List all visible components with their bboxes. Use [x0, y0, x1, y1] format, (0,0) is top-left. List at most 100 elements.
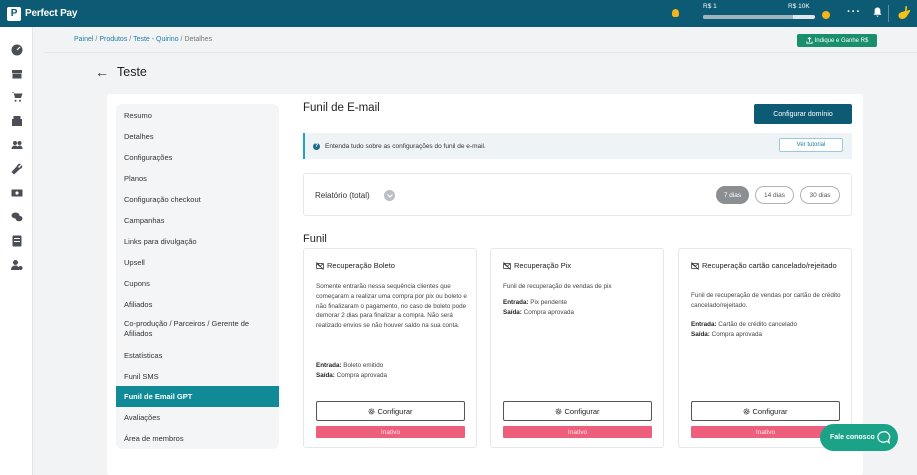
tools-icon[interactable] — [10, 162, 23, 175]
menu-item-detalhes[interactable]: Detalhes — [116, 130, 279, 142]
exit-value: Compra aprovada — [711, 331, 763, 338]
entry-value: Boleto emitido — [343, 362, 384, 369]
funnel-exit: Saída: Compra aprovada — [691, 330, 843, 340]
funnel-exit: Saída: Compra aprovada — [503, 308, 655, 318]
status-badge: Inativo — [316, 426, 465, 438]
chat-bubble-icon — [877, 431, 891, 444]
finance-icon[interactable] — [10, 186, 23, 199]
entry-label: Entrada: — [503, 299, 529, 306]
user-settings-icon[interactable] — [10, 258, 23, 271]
funnel-entry: Entrada: Pix pendente — [503, 298, 655, 308]
back-arrow-icon[interactable]: ← — [95, 65, 109, 79]
mail-off-icon — [691, 262, 699, 270]
funnel-title-text: Recuperação Pix — [514, 261, 572, 270]
breadcrumb: Painel / Produtos / Teste - Quirino / De… — [74, 36, 212, 43]
exit-value: Compra aprovada — [523, 309, 575, 316]
avatar[interactable] — [894, 2, 916, 24]
gauge-min-label: R$ 1 — [703, 3, 717, 10]
menu-item-planos[interactable]: Planos — [116, 172, 279, 184]
question-icon: ? — [313, 142, 320, 150]
menu-item-resumo[interactable]: Resumo — [116, 109, 279, 121]
exit-value: Compra aprovada — [336, 372, 388, 379]
funnel-exit: Saída: Compra aprovada — [316, 371, 468, 381]
status-badge: Inativo — [503, 426, 652, 438]
status-badge: Inativo — [691, 426, 840, 438]
mail-off-icon — [503, 262, 511, 270]
menu-item-links[interactable]: Links para divulgação — [116, 235, 279, 247]
top-bar: P Perfect Pay R$ 1 R$ 10K ··· — [0, 0, 917, 27]
gauge-track — [703, 15, 815, 19]
breadcrumb-painel[interactable]: Painel — [74, 36, 93, 43]
funnel-title: Recuperação cartão cancelado/rejeitado — [691, 261, 841, 271]
menu-item-coproducao[interactable]: Co-produção / Parceiros / Gerente de Afi… — [116, 318, 266, 340]
indique-button[interactable]: Indique e Ganhe R$ — [797, 34, 877, 47]
funnel-card-cartao: Recuperação cartão cancelado/rejeitado F… — [678, 248, 852, 448]
breadcrumb-produtos[interactable]: Produtos — [99, 36, 127, 43]
menu-item-area-membros[interactable]: Área de membros — [116, 432, 279, 444]
configure-button[interactable]: Configurar — [316, 401, 465, 421]
chat-button[interactable]: Fale conosco — [820, 424, 898, 451]
bell-icon[interactable] — [873, 7, 882, 18]
entry-label: Entrada: — [691, 321, 717, 328]
configure-button[interactable]: Configurar — [691, 401, 840, 421]
period-pill-30[interactable]: 30 dias — [800, 186, 840, 204]
info-text: Entenda tudo sobre as configurações do f… — [325, 142, 486, 150]
configure-label: Configurar — [752, 406, 788, 416]
cart-icon[interactable] — [10, 90, 23, 103]
funnel-description: Funil de recuperação de vendas de pix — [503, 283, 612, 290]
funnel-title-text: Recuperação Boleto — [327, 261, 395, 270]
tutorial-button[interactable]: Ver tutorial — [779, 138, 843, 152]
info-banner: ? Entenda tudo sobre as configurações do… — [303, 133, 852, 159]
store-icon[interactable] — [10, 67, 23, 80]
gear-icon — [744, 408, 750, 414]
funnel-card-boleto: Recuperação Boleto Somente entrarão ness… — [303, 248, 477, 448]
menu-item-upsell[interactable]: Upsell — [116, 256, 279, 268]
product-icon[interactable] — [10, 114, 23, 127]
users-icon[interactable] — [10, 138, 23, 151]
menu-item-cupons[interactable]: Cupons — [116, 277, 279, 289]
chevron-down-icon[interactable] — [384, 190, 395, 201]
entry-value: Pix pendente — [530, 299, 568, 306]
brand-logo[interactable]: P Perfect Pay — [7, 6, 78, 21]
exit-label: Saída: — [691, 331, 710, 338]
page-title: Teste — [117, 65, 147, 79]
funnel-title: Recuperação Boleto — [316, 261, 466, 271]
entry-value: Cartão de crédito cancelado — [718, 321, 798, 328]
mail-off-icon — [316, 262, 324, 270]
entry-label: Entrada: — [316, 362, 342, 369]
bulb-icon — [672, 9, 679, 17]
left-rail — [0, 27, 33, 475]
configure-label: Configurar — [377, 406, 413, 416]
dashboard-icon[interactable] — [10, 43, 23, 56]
menu-item-configuracoes[interactable]: Configurações — [116, 151, 279, 163]
product-menu: Resumo Detalhes Configurações Planos Con… — [116, 104, 279, 449]
brand-name: Perfect Pay — [25, 8, 78, 19]
page-title-row: ← Teste — [95, 65, 147, 79]
menu-item-configuracao-checkout[interactable]: Configuração checkout — [116, 193, 279, 205]
menu-item-funil-email-gpt[interactable]: Funil de Email GPT — [116, 386, 279, 407]
chat-icon[interactable] — [10, 210, 23, 223]
funnel-card-pix: Recuperação Pix Funil de recuperação de … — [490, 248, 664, 448]
top-separator — [888, 5, 889, 22]
gear-icon — [556, 408, 562, 414]
coin-icon — [822, 11, 830, 19]
menu-item-estatisticas[interactable]: Estatísticas — [116, 349, 279, 361]
period-pill-14[interactable]: 14 dias — [755, 186, 794, 204]
funnel-heading: Funil — [303, 233, 327, 245]
period-pill-7[interactable]: 7 dias — [716, 186, 749, 204]
gear-icon — [369, 408, 375, 414]
menu-item-avaliacoes[interactable]: Avaliações — [116, 411, 279, 423]
funnel-title-text: Recuperação cartão cancelado/rejeitado — [702, 261, 837, 270]
menu-item-funil-sms[interactable]: Funil SMS — [116, 370, 279, 382]
more-icon[interactable]: ··· — [847, 6, 861, 18]
breadcrumb-teste[interactable]: Teste - Quirino — [133, 36, 179, 43]
funnel-title: Recuperação Pix — [503, 261, 653, 271]
exit-label: Saída: — [503, 309, 522, 316]
report-icon[interactable] — [10, 234, 23, 247]
configure-domain-button[interactable]: Configurar domínio — [754, 104, 852, 124]
menu-item-afiliados[interactable]: Afiliados — [116, 298, 279, 310]
chat-label: Fale conosco — [830, 434, 875, 441]
section-heading: Funil de E-mail — [303, 102, 380, 114]
menu-item-campanhas[interactable]: Campanhas — [116, 214, 279, 226]
configure-button[interactable]: Configurar — [503, 401, 652, 421]
